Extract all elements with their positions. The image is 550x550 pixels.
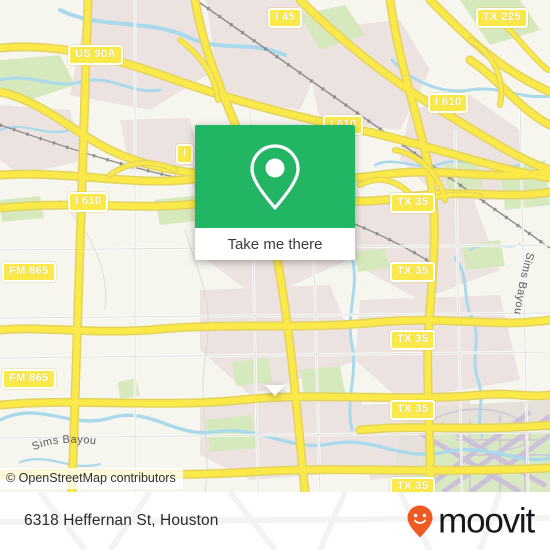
road-shield-i-610-w[interactable]: I 610 [68, 192, 109, 212]
road-shield-tx-35-2[interactable]: TX 35 [390, 262, 436, 282]
road-shield-tx-35-4[interactable]: TX 35 [390, 400, 436, 420]
road-shield-fm-865-1[interactable]: FM 865 [2, 262, 56, 282]
destination-popup[interactable]: Take me there [195, 125, 355, 396]
road-shield-fm-865-2[interactable]: FM 865 [2, 369, 56, 389]
moovit-wordmark: moovit [438, 501, 535, 541]
take-me-there-button[interactable]: Take me there [195, 228, 355, 260]
road-shield-us-90a[interactable]: US 90A [68, 45, 123, 65]
map-canvas[interactable]: Sims Bayou Sims Bayou I 45 TX 225 US 90A… [0, 0, 550, 492]
road-shield-tx-225[interactable]: TX 225 [476, 8, 528, 28]
osm-attribution[interactable]: © OpenStreetMap contributors [0, 468, 183, 489]
take-me-there-label: Take me there [227, 235, 323, 253]
road-shield-i-610-ne[interactable]: I 610 [428, 93, 469, 113]
road-shield-i-45[interactable]: I 45 [268, 8, 302, 28]
road-shield-tx-35-5[interactable]: TX 35 [390, 477, 436, 492]
road-shield-tx-35-3[interactable]: TX 35 [390, 330, 436, 350]
popup-tail [265, 385, 285, 396]
address-label: 6318 Heffernan St, Houston [24, 512, 219, 529]
road-shield-i-partial[interactable]: I [176, 144, 194, 164]
moovit-pin-icon [407, 505, 433, 537]
road-shield-tx-35-1[interactable]: TX 35 [390, 193, 436, 213]
moovit-logo[interactable]: moovit [406, 501, 535, 541]
popup-header [195, 125, 355, 228]
location-pin-icon [250, 143, 300, 210]
bottom-info-bar: 6318 Heffernan St, Houston moovit [0, 492, 550, 550]
moovit-map-screenshot: Sims Bayou Sims Bayou I 45 TX 225 US 90A… [0, 0, 550, 550]
